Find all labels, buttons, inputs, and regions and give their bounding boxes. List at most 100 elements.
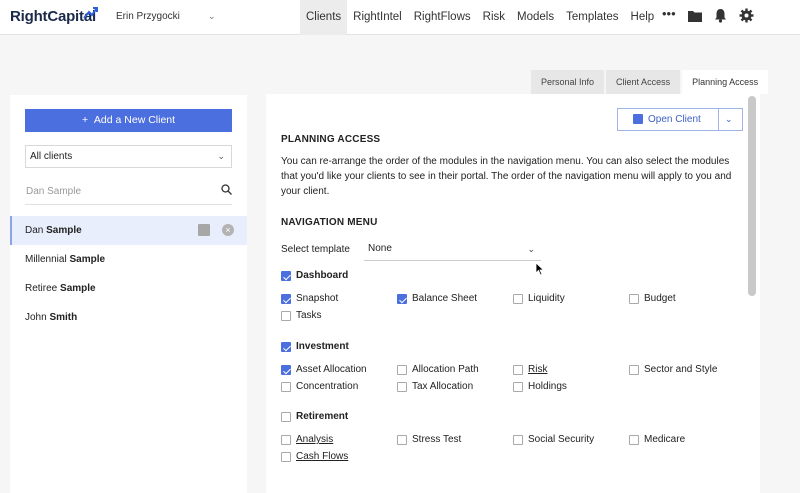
nav-help[interactable]: Help xyxy=(625,0,661,35)
tab-personal-info[interactable]: Personal Info xyxy=(531,70,605,94)
checkbox-unchecked-icon[interactable] xyxy=(281,382,291,392)
open-client-label: Open Client xyxy=(648,114,701,125)
checkbox-unchecked-icon[interactable] xyxy=(629,294,639,304)
module-label: Social Security xyxy=(528,434,595,445)
checkbox-unchecked-icon[interactable] xyxy=(629,435,639,445)
main-nav: Clients RightIntel RightFlows Risk Model… xyxy=(300,0,660,35)
module-label: Holdings xyxy=(528,381,567,392)
open-client-button[interactable]: Open Client ⌄ xyxy=(617,108,743,131)
user-name[interactable]: Erin Przygocki xyxy=(116,11,180,22)
top-bar: RightCapital Erin Przygocki ⌄ Clients Ri… xyxy=(0,0,800,35)
tab-client-access[interactable]: Client Access xyxy=(606,70,681,94)
template-value: None xyxy=(368,243,392,254)
checkbox-unchecked-icon[interactable] xyxy=(513,435,523,445)
close-icon[interactable]: × xyxy=(222,224,234,236)
logo[interactable]: RightCapital xyxy=(10,7,98,25)
checkbox-unchecked-icon[interactable] xyxy=(513,294,523,304)
plus-icon: + xyxy=(81,114,89,126)
module-label[interactable]: Risk xyxy=(528,364,547,375)
chevron-down-icon: ⌄ xyxy=(217,151,225,161)
module-label: Tax Allocation xyxy=(412,381,474,392)
scrollbar[interactable] xyxy=(748,96,756,296)
add-client-button[interactable]: + Add a New Client xyxy=(25,109,232,132)
add-client-label: Add a New Client xyxy=(93,114,176,126)
client-item-john-smith[interactable]: John Smith xyxy=(10,303,247,332)
module-label[interactable]: Cash Flows xyxy=(296,451,348,462)
tab-planning-access[interactable]: Planning Access xyxy=(682,70,769,94)
module-label: Balance Sheet xyxy=(412,293,478,304)
client-sidebar: + Add a New Client All clients ⌄ Dan Sam… xyxy=(10,95,247,493)
logo-arrow-icon xyxy=(83,7,98,19)
group-label: Investment xyxy=(296,341,349,352)
search-icon[interactable] xyxy=(221,184,232,195)
template-select[interactable]: None ⌄ xyxy=(364,237,541,261)
checkbox-checked-icon[interactable] xyxy=(281,271,291,281)
open-client-icon[interactable] xyxy=(198,224,210,236)
client-search-input[interactable]: Dan Sample xyxy=(25,180,232,205)
section-title: PLANNING ACCESS xyxy=(281,134,381,145)
client-search-placeholder: Dan Sample xyxy=(26,186,82,197)
client-first-name: Millennial xyxy=(25,254,67,265)
checkbox-unchecked-icon[interactable] xyxy=(281,311,291,321)
folder-icon[interactable] xyxy=(688,9,702,22)
module-label: Asset Allocation xyxy=(296,364,367,375)
external-link-icon xyxy=(633,114,643,124)
client-item-retiree-sample[interactable]: Retiree Sample xyxy=(10,274,247,303)
client-first-name: Retiree xyxy=(25,283,58,294)
group-label: Retirement xyxy=(296,411,349,422)
module-label: Allocation Path xyxy=(412,364,479,375)
module-label: Concentration xyxy=(296,381,359,392)
module-label: Liquidity xyxy=(528,293,565,304)
checkbox-unchecked-icon[interactable] xyxy=(513,382,523,392)
chevron-down-icon[interactable]: ⌄ xyxy=(725,109,733,130)
checkbox-unchecked-icon[interactable] xyxy=(397,382,407,392)
client-tabs: Personal Info Client Access Planning Acc… xyxy=(531,70,770,94)
checkbox-unchecked-icon[interactable] xyxy=(281,412,291,422)
client-last-name: Sample xyxy=(69,254,106,265)
select-template-label: Select template xyxy=(281,244,350,255)
more-icon[interactable]: ••• xyxy=(662,6,676,21)
bell-icon[interactable] xyxy=(714,8,727,23)
checkbox-checked-icon[interactable] xyxy=(397,294,407,304)
module-label[interactable]: Analysis xyxy=(296,434,333,445)
nav-risk[interactable]: Risk xyxy=(477,0,511,35)
module-label: Medicare xyxy=(644,434,686,445)
checkbox-unchecked-icon[interactable] xyxy=(397,365,407,375)
checkbox-checked-icon[interactable] xyxy=(281,294,291,304)
planning-access-panel: Open Client ⌄ PLANNING ACCESS You can re… xyxy=(266,94,760,493)
checkbox-unchecked-icon[interactable] xyxy=(513,365,523,375)
nav-models[interactable]: Models xyxy=(511,0,560,35)
section-description: You can re-arrange the order of the modu… xyxy=(281,156,732,197)
mouse-cursor-icon xyxy=(535,262,545,276)
client-first-name: John xyxy=(25,312,47,323)
nav-menu-title: NAVIGATION MENU xyxy=(281,217,378,228)
module-label: Snapshot xyxy=(296,293,339,304)
client-list: Dan Sample × Millennial Sample Retiree S… xyxy=(10,216,247,332)
gear-icon[interactable] xyxy=(739,8,754,23)
nav-templates[interactable]: Templates xyxy=(560,0,624,35)
module-label: Tasks xyxy=(296,310,322,321)
chevron-down-icon[interactable]: ⌄ xyxy=(208,11,216,22)
checkbox-unchecked-icon[interactable] xyxy=(629,365,639,375)
client-last-name: Sample xyxy=(46,225,82,236)
client-last-name: Sample xyxy=(60,283,96,294)
checkbox-unchecked-icon[interactable] xyxy=(281,452,291,462)
checkbox-unchecked-icon[interactable] xyxy=(397,435,407,445)
client-item-millennial-sample[interactable]: Millennial Sample xyxy=(10,245,247,274)
nav-clients[interactable]: Clients xyxy=(300,0,348,35)
checkbox-unchecked-icon[interactable] xyxy=(281,435,291,445)
client-first-name: Dan xyxy=(25,225,44,236)
nav-rightintel[interactable]: RightIntel xyxy=(347,0,408,35)
client-item-dan-sample[interactable]: Dan Sample × xyxy=(10,216,247,245)
nav-rightflows[interactable]: RightFlows xyxy=(408,0,477,35)
module-label: Sector and Style xyxy=(644,364,718,375)
chevron-down-icon: ⌄ xyxy=(527,244,535,254)
module-label: Stress Test xyxy=(412,434,462,445)
client-last-name: Smith xyxy=(49,312,78,323)
client-filter-value: All clients xyxy=(30,151,73,162)
divider xyxy=(718,109,719,130)
group-label: Dashboard xyxy=(296,270,349,281)
checkbox-checked-icon[interactable] xyxy=(281,342,291,352)
client-filter-select[interactable]: All clients ⌄ xyxy=(25,145,232,168)
checkbox-checked-icon[interactable] xyxy=(281,365,291,375)
